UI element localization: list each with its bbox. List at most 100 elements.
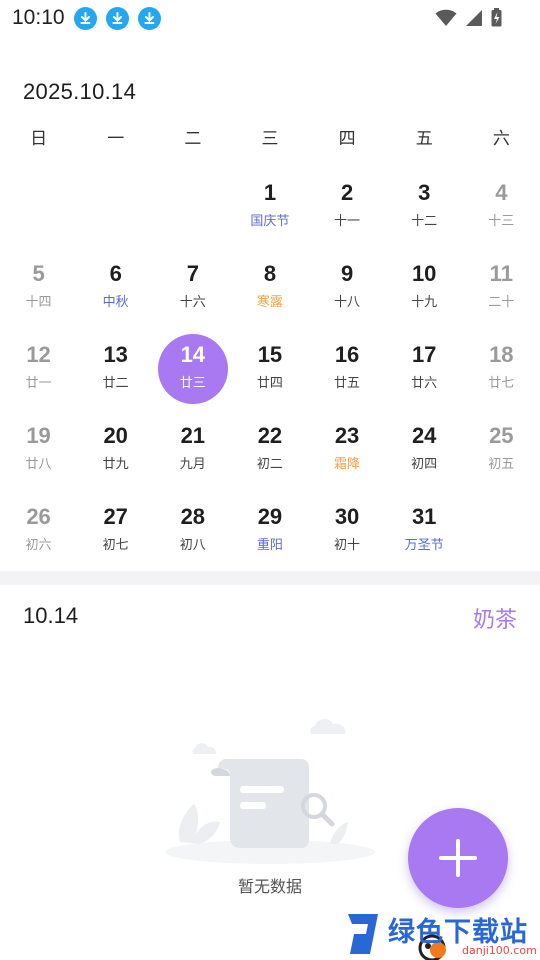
lunar-date: 初十 (334, 538, 361, 553)
calendar-day[interactable]: 25 初五 (463, 409, 540, 490)
selected-date: 10.14 (23, 603, 79, 628)
day-number: 13 (103, 342, 128, 367)
lunar-date: 十四 (25, 295, 52, 310)
calendar-day[interactable]: 31 万圣节 (386, 490, 463, 571)
lunar-date: 廿五 (334, 376, 361, 391)
section-divider (0, 571, 540, 585)
day-number: 25 (489, 423, 514, 448)
day-number: 6 (109, 261, 122, 286)
calendar-title: 2025.10.14 (23, 79, 137, 104)
day-number: 15 (257, 342, 283, 367)
day-number: 14 (180, 342, 206, 367)
lunar-date: 廿二 (102, 376, 129, 391)
calendar-day-selected[interactable]: 14 廿三 (154, 328, 231, 409)
calendar-week-row: 5 十四 6 中秋 7 十六 8 寒露 9 十八 10 十九 11 二十 (0, 247, 540, 328)
lunar-date: 十八 (334, 295, 361, 310)
lunar-date: 初二 (256, 457, 283, 472)
weekday-label: 六 (492, 129, 510, 149)
lunar-date: 初四 (411, 457, 438, 472)
plus-icon (439, 839, 477, 877)
calendar-day-empty (0, 166, 77, 247)
day-number: 27 (103, 504, 128, 529)
calendar-day[interactable]: 21 九月 (154, 409, 231, 490)
calendar-day[interactable]: 18 廿七 (463, 328, 540, 409)
day-number: 3 (418, 180, 431, 205)
battery-charging-icon (491, 8, 502, 32)
calendar-day[interactable]: 2 十一 (309, 166, 386, 247)
lunar-date: 十九 (411, 295, 438, 310)
calendar-day-empty (463, 490, 540, 571)
category-tag[interactable]: 奶茶 (473, 602, 517, 634)
download-icon (106, 7, 129, 30)
lunar-date: 九月 (179, 457, 206, 472)
day-number: 28 (180, 504, 206, 529)
calendar-day[interactable]: 22 初二 (231, 409, 308, 490)
weekday-label: 五 (415, 129, 433, 149)
solar-term-label: 霜降 (334, 457, 361, 472)
festival-label: 中秋 (102, 295, 129, 310)
lunar-date: 廿七 (488, 376, 515, 391)
calendar-day[interactable]: 28 初八 (154, 490, 231, 571)
calendar-day[interactable]: 9 十八 (309, 247, 386, 328)
calendar-day[interactable]: 27 初七 (77, 490, 154, 571)
calendar-day[interactable]: 23 霜降 (309, 409, 386, 490)
day-number: 4 (495, 180, 508, 205)
calendar-day[interactable]: 20 廿九 (77, 409, 154, 490)
weekday-label: 三 (261, 129, 279, 149)
weekday-label: 日 (30, 129, 48, 149)
calendar-day[interactable]: 5 十四 (0, 247, 77, 328)
calendar-day[interactable]: 10 十九 (386, 247, 463, 328)
calendar-day[interactable]: 3 十二 (386, 166, 463, 247)
calendar-day[interactable]: 4 十三 (463, 166, 540, 247)
status-time: 10:10 (12, 6, 65, 29)
day-number: 7 (186, 261, 199, 286)
weekday-label: 一 (107, 129, 125, 149)
day-number: 22 (257, 423, 283, 448)
solar-term-label: 寒露 (256, 295, 283, 310)
festival-label: 重阳 (256, 538, 283, 553)
lunar-date: 廿九 (102, 457, 129, 472)
day-number: 20 (103, 423, 128, 448)
calendar-grid: 1 国庆节 2 十一 3 十二 4 十三 5 十四 6 中秋 7 十六 8 寒露 9 十八 10 十九 11 二十 12 廿一… (0, 166, 540, 571)
calendar-day[interactable]: 11 二十 (463, 247, 540, 328)
calendar-day-empty (154, 166, 231, 247)
watermark-url: danji100.com (462, 944, 537, 957)
empty-state-illustration (165, 718, 375, 864)
signal-icon (465, 9, 483, 32)
lunar-date: 廿六 (411, 376, 438, 391)
calendar-day[interactable]: 17 廿六 (386, 328, 463, 409)
calendar-day[interactable]: 24 初四 (386, 409, 463, 490)
calendar-day[interactable]: 26 初六 (0, 490, 77, 571)
day-number: 31 (411, 504, 437, 529)
day-number: 8 (263, 261, 277, 286)
calendar-day[interactable]: 19 廿八 (0, 409, 77, 490)
calendar-day[interactable]: 29 重阳 (231, 490, 308, 571)
lunar-date: 初六 (25, 538, 52, 553)
calendar-day[interactable]: 15 廿四 (231, 328, 308, 409)
calendar-day[interactable]: 6 中秋 (77, 247, 154, 328)
calendar-day[interactable]: 1 国庆节 (231, 166, 308, 247)
day-number: 26 (26, 504, 51, 529)
lunar-date: 二十 (488, 295, 515, 310)
calendar-day[interactable]: 30 初十 (309, 490, 386, 571)
calendar-day[interactable]: 7 十六 (154, 247, 231, 328)
calendar-day[interactable]: 13 廿二 (77, 328, 154, 409)
status-bar: 10:10 (0, 0, 540, 36)
day-number: 9 (340, 261, 354, 286)
calendar-day[interactable]: 8 寒露 (231, 247, 308, 328)
calendar-day[interactable]: 12 廿一 (0, 328, 77, 409)
lunar-date: 初七 (102, 538, 129, 553)
lunar-date: 廿三 (179, 376, 206, 391)
wifi-icon (435, 9, 457, 32)
weekday-label: 四 (338, 129, 356, 149)
system-icons (435, 8, 502, 32)
day-number: 18 (489, 342, 514, 367)
calendar-day[interactable]: 16 廿五 (309, 328, 386, 409)
lunar-date: 十六 (179, 295, 206, 310)
lunar-date: 初八 (179, 538, 206, 553)
calendar-week-row: 19 廿八 20 廿九 21 九月 22 初二 23 霜降 24 初四 25 初五 (0, 409, 540, 490)
add-button[interactable] (408, 808, 508, 908)
calendar-week-row: 1 国庆节 2 十一 3 十二 4 十三 (0, 166, 540, 247)
calendar-day-empty (77, 166, 154, 247)
day-number: 5 (32, 261, 45, 286)
